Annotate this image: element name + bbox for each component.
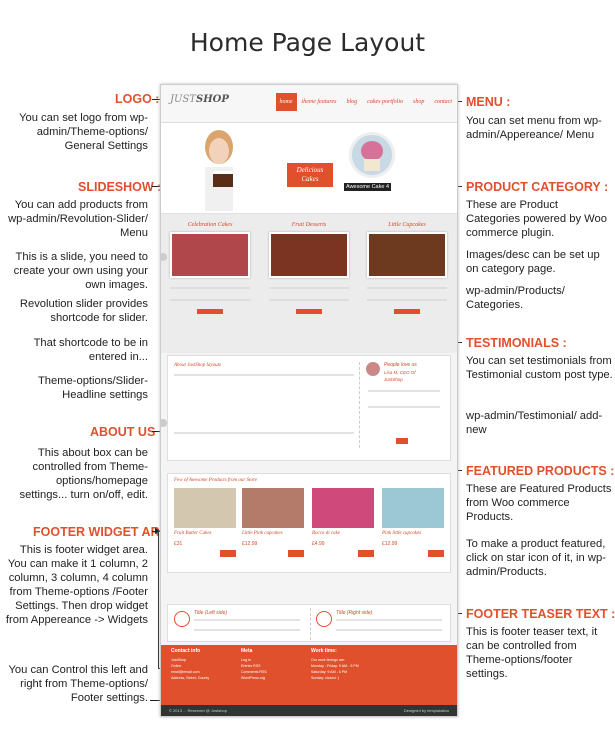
category-image (367, 232, 447, 278)
testimonials-path: wp-admin/Testimonial/ add-new (466, 410, 603, 436)
copyright-text: © 2013 ... Reserved @ Justshop (169, 708, 227, 713)
testimonials-note: You can set testimonials from Testimonia… (466, 355, 613, 381)
footer-widget-note: This is footer widget area. You can make… (5, 544, 148, 626)
slide-caption: Awesome Cake 4 (344, 183, 392, 191)
nav-shop[interactable]: shop (408, 97, 429, 111)
pc-note-2: wp-admin/Products/ Categories. (466, 285, 565, 311)
testimonials-heading: TESTIMONIALS : (466, 336, 567, 350)
product-card[interactable]: Bocca di cake £4.99 (312, 488, 374, 557)
view-more-button[interactable] (394, 309, 420, 314)
teaser-left-title: Title (Left side) (194, 610, 228, 616)
nav-home[interactable]: home (275, 93, 297, 111)
featured-heading: FEATURED PRODUCTS : (466, 464, 615, 478)
category-card[interactable]: Little Cupcakes (367, 222, 447, 314)
featured-note: These are Featured Products from Woo com… (466, 483, 612, 523)
footer-col-contact-title: Contact info (171, 648, 201, 654)
page-title: Home Page Layout (189, 28, 426, 57)
slide-badge: Delicious Cakes (287, 163, 333, 187)
slideshow-note: You can add products from wp-admin/Revol… (8, 199, 148, 239)
testimonial-name: Lisa M, CEO Of (384, 370, 416, 375)
cupcake-image (349, 132, 395, 178)
add-to-cart-button[interactable] (428, 550, 444, 557)
menu-note: You can set menu from wp-admin/Appereanc… (466, 115, 602, 141)
footer-widget-line (158, 531, 159, 669)
footer-lr-note: You can Control this left and right from… (8, 664, 148, 704)
about-testimonials-row: About JustShop layoutz People love us Li… (167, 355, 451, 461)
slide-note-3: That shortcode to be in entered in... (33, 337, 148, 363)
site-logo[interactable]: JUSTSHOP (170, 94, 229, 105)
product-category-note: These are Product Categories powered by … (466, 199, 607, 239)
designed-by-text: Designed by templatation (403, 708, 449, 713)
category-card[interactable]: Celebration Cakes (170, 222, 250, 314)
footer-teaser: Title (Left side) Title (Right side) (167, 604, 451, 642)
site-nav: home theme features blog cakes portfolio… (275, 93, 457, 111)
product-categories: Celebration Cakes Fruit Desserts Little … (161, 213, 457, 353)
website-mockup: JUSTSHOP home theme features blog cakes … (160, 84, 458, 717)
slideshow-heading: SLIDESHOW : (78, 180, 162, 194)
slide-note-2: Revolution slider provides shortcode for… (19, 298, 148, 324)
pc-note-1: Images/desc can be set up on category pa… (466, 249, 600, 275)
category-image (269, 232, 349, 278)
footer-meta-list[interactable]: Log in Entries RSS Comments RSS WordPress.o… (241, 657, 267, 681)
site-header: JUSTSHOP home theme features blog cakes … (161, 85, 457, 123)
category-card[interactable]: Fruit Desserts (269, 222, 349, 314)
add-to-cart-button[interactable] (358, 550, 374, 557)
testimonial-box: People love us Lisa M, CEO Of JustShop (359, 362, 443, 448)
about-prev-arrow[interactable] (161, 419, 167, 427)
avatar (366, 362, 380, 376)
view-more-button[interactable] (296, 309, 322, 314)
about-title: About JustShop layoutz (174, 363, 221, 368)
testimonial-company: JustShop (384, 377, 403, 382)
bottom-bar: © 2013 ... Reserved @ Justshop Designed … (161, 705, 457, 716)
teaser-heading: FOOTER TEASER TEXT : (466, 607, 615, 621)
add-to-cart-button[interactable] (220, 550, 236, 557)
woman-with-cake-image (205, 130, 233, 211)
featured-title: Few of Awesome Products from our Store (174, 478, 257, 483)
add-to-cart-button[interactable] (288, 550, 304, 557)
nav-cakes-portfolio[interactable]: cakes portfolio (362, 97, 408, 111)
nav-theme-features[interactable]: theme features (297, 97, 342, 111)
footer-col-meta-title: Meta (241, 648, 253, 654)
logo-note: You can set logo from wp-admin/Theme-opt… (19, 112, 148, 152)
footer-contact-list: JustShop Online email@email.com Address, St… (171, 658, 210, 680)
gift-icon (316, 611, 332, 627)
footer-col-work-title: Work time: (311, 648, 337, 654)
footer-work-list: Our work timings are: Monday - Friday: 9 … (311, 658, 359, 680)
slide-note-1: This is a slide, you need to create your… (13, 251, 148, 291)
product-card[interactable]: Little Pink cupcakes £12.99 (242, 488, 304, 557)
product-category-heading: PRODUCT CATEGORY : (466, 180, 609, 194)
view-more-button[interactable] (197, 309, 223, 314)
slide-note-4: Theme-options/Slider- Headline settings (37, 375, 148, 401)
about-heading: ABOUT US : (90, 425, 163, 439)
nav-contact[interactable]: contact (429, 97, 457, 111)
truck-icon (174, 611, 190, 627)
product-card[interactable]: Fruit Butter Cakes £31 (174, 488, 236, 557)
about-text (174, 374, 354, 434)
nav-blog[interactable]: blog (341, 97, 362, 111)
featured-note-2: To make a product featured, click on sta… (466, 538, 606, 578)
footer-widget-area: Contact info Meta Work time: JustShop Onl… (161, 645, 457, 705)
category-image (170, 232, 250, 278)
menu-heading: MENU : (466, 95, 511, 109)
teaser-note: This is footer teaser text, it can be co… (466, 626, 598, 680)
featured-products: Few of Awesome Products from our Store F… (167, 473, 451, 573)
product-card[interactable]: Pink little cupcakes £12.99 (382, 488, 444, 557)
testimonial-title: People love us (384, 362, 417, 368)
about-note: This about box can be controlled from Th… (19, 447, 148, 501)
testimonial-pager[interactable] (396, 438, 408, 444)
teaser-right-title: Title (Right side) (336, 610, 373, 616)
slideshow[interactable]: Delicious Cakes Awesome Cake 4 (161, 123, 457, 213)
